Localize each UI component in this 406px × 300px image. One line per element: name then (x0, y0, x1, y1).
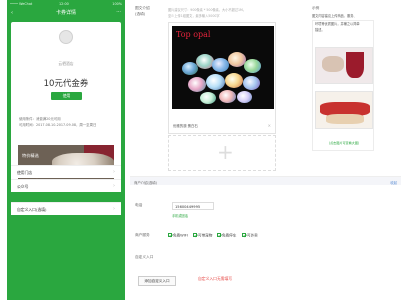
cell-official-account[interactable]: 公众号 › (11, 179, 121, 192)
cell-label: 使用门店 (17, 170, 33, 175)
image-hint-2: 至少上传1组图文，最多输入5000字 (168, 14, 220, 18)
preview-text-2: 环境等优质图片，并辅之以简单 (315, 22, 360, 26)
service-label: 商户服务 (135, 233, 150, 237)
merchant-name: 云栖酒店 (58, 61, 74, 66)
phone-label: 电话 (135, 203, 143, 207)
image-text-card[interactable]: Top opal 优雅的澳 蛋白石 ✕ (168, 22, 276, 134)
phone-preview: •••• WeChat 12:00 100% ‹ 卡券详情 ··· 云栖酒店 1… (7, 0, 125, 300)
preview-label: 示例 (312, 6, 320, 10)
status-time: 12:00 (59, 2, 69, 6)
phone-input[interactable]: 15600449995 (172, 202, 214, 210)
chevron-right-icon: › (113, 206, 115, 212)
service-pets[interactable]: 可带宠物 (193, 233, 212, 239)
service-parking-label: 免费停车 (222, 233, 237, 238)
checkbox-checked-icon[interactable] (217, 233, 221, 237)
add-image-text-button[interactable]: + (168, 135, 276, 171)
service-wifi[interactable]: 免费WIFI (168, 233, 188, 239)
checkbox-checked-icon[interactable] (242, 233, 246, 237)
cell-label: 公众号 (17, 184, 29, 189)
chevron-right-icon: › (113, 169, 115, 175)
service-wifi-label: 免费WIFI (173, 233, 188, 238)
collapse-link[interactable]: 收起 (390, 180, 397, 185)
battery-text: 100% (112, 2, 122, 6)
service-parking[interactable]: 免费停车 (217, 233, 236, 239)
cell-custom-entry[interactable]: 自定义入口(选填) › (11, 202, 121, 215)
checkbox-checked-icon[interactable] (168, 233, 172, 237)
example-preview: 环境等优质图片，并辅之以简单 描述。 (点击图片可查看大图) (312, 20, 374, 151)
delete-icon[interactable]: ✕ (268, 123, 271, 128)
preview-text-1: 图文内容建议上传商品、服务、 (312, 14, 357, 18)
more-icon[interactable]: ··· (116, 9, 121, 15)
example-image-1[interactable] (315, 47, 373, 84)
add-custom-entry-button[interactable]: 添加自定义入口 (138, 276, 176, 286)
merchant-intro-label: 商户介绍(选填) (134, 181, 157, 185)
opal-photo: Top opal (172, 26, 274, 109)
promo-title: 特价精选 (22, 153, 39, 158)
service-pets-label: 可带宠物 (198, 233, 213, 238)
phone-tip: 手机或固话 (172, 214, 188, 218)
image-text-optional: (选填) (135, 12, 146, 16)
custom-entry-warning: 自定义入口无需填写 (198, 276, 233, 281)
preview-caption: (点击图片可查看大图) (328, 141, 360, 145)
custom-entry-label: 自定义入口 (135, 255, 154, 259)
editor-panel: 图文介绍 (选填) 图片建议尺寸：900像素 * 500像素，大小不超过1M。 … (126, 0, 406, 300)
coupon-card: 云栖酒店 10元代金券 使用 使用条件：消费满20元可用 可用时间：2017.0… (11, 22, 121, 186)
image-text-label: 图文介绍 (135, 6, 150, 10)
service-takeout[interactable]: 可外卖 (242, 233, 258, 239)
merchant-logo (59, 30, 73, 44)
use-coupon-button[interactable]: 使用 (51, 92, 82, 100)
merchant-intro-section: 商户介绍(选填) 收起 (130, 176, 401, 185)
carrier-text: •••• WeChat (10, 2, 33, 6)
preview-text-3: 描述。 (315, 28, 325, 32)
coupon-validity: 可用时间：2017.08.10-2017.09.08，周一至周日 (19, 123, 97, 127)
phone-nav-title: 卡券详情 (55, 10, 76, 16)
checkbox-checked-icon[interactable] (193, 233, 197, 237)
example-image-2[interactable] (315, 91, 373, 129)
coupon-condition: 使用条件：消费满20元可用 (19, 117, 61, 121)
chevron-right-icon: › (113, 183, 115, 189)
cell-stores[interactable]: 使用门店 › (11, 165, 121, 178)
image-caption: 优雅的澳 蛋白石 (173, 124, 198, 128)
cell-label: 自定义入口(选填) (17, 207, 47, 212)
image-brand: Top opal (176, 30, 211, 39)
plus-icon: + (217, 140, 234, 164)
service-takeout-label: 可外卖 (247, 233, 258, 238)
status-bar: •••• WeChat 12:00 100% (7, 0, 125, 8)
image-hint-1: 图片建议尺寸：900像素 * 500像素，大小不超过1M。 (168, 8, 246, 12)
coupon-title: 10元代金券 (43, 79, 89, 89)
